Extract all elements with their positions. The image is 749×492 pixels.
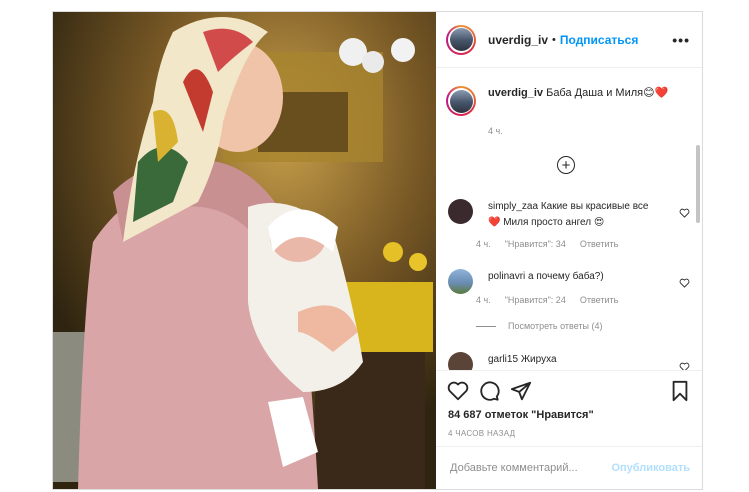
publish-button[interactable]: Опубликовать xyxy=(611,462,690,474)
caption-username[interactable]: uverdig_iv xyxy=(488,87,543,99)
heart-icon[interactable] xyxy=(447,380,469,402)
comment-bubble-icon[interactable] xyxy=(478,380,500,402)
comment-likes-count[interactable]: "Нравится": 34 xyxy=(505,239,566,249)
author-username[interactable]: uverdig_iv xyxy=(488,33,548,47)
comment-avatar[interactable] xyxy=(448,199,473,224)
caption-text: Баба Даша и Миля😊❤️ xyxy=(546,87,669,99)
comment-like-heart-icon[interactable] xyxy=(679,208,690,218)
likes-count[interactable]: 84 687 отметок "Нравится" xyxy=(448,409,594,421)
comment-text: а почему баба?) xyxy=(528,271,604,282)
caption: uverdig_iv Баба Даша и Миля😊❤️ xyxy=(446,86,686,116)
post-header: uverdig_iv • Подписаться ••• xyxy=(436,12,702,68)
comment-like-heart-icon[interactable] xyxy=(679,278,690,288)
comment-reply-button[interactable]: Ответить xyxy=(580,295,618,305)
comment-item: polinavri а почему баба?) xyxy=(448,269,690,294)
comment-avatar[interactable] xyxy=(448,269,473,294)
comment-text: Жируха xyxy=(520,354,557,365)
comment-meta: 4 ч. "Нравится": 34 Ответить xyxy=(476,239,618,249)
comment-username[interactable]: polinavri xyxy=(488,271,525,282)
author-avatar[interactable] xyxy=(446,24,476,55)
post-container: uverdig_iv • Подписаться ••• uverdig_iv … xyxy=(52,11,703,490)
comments-scrollbar[interactable] xyxy=(696,145,700,223)
add-comment-bar: Опубликовать xyxy=(436,446,702,489)
load-more-comments-icon[interactable]: + xyxy=(557,156,575,174)
comment-avatar[interactable] xyxy=(448,352,473,370)
comments-list[interactable]: uverdig_iv Баба Даша и Миля😊❤️ 4 ч. + si… xyxy=(436,69,702,370)
comment-item: simply_zaa Какие вы красивые все❤️ Миля … xyxy=(448,199,690,231)
follow-button[interactable]: Подписаться xyxy=(560,33,638,47)
separator-dot: • xyxy=(552,33,556,46)
photo-illustration xyxy=(53,12,436,489)
caption-avatar[interactable] xyxy=(446,86,476,116)
comment-time: 4 ч. xyxy=(476,239,491,249)
bookmark-icon[interactable] xyxy=(669,380,691,402)
post-sidebar: uverdig_iv • Подписаться ••• uverdig_iv … xyxy=(436,12,702,489)
comment-username[interactable]: garli15 xyxy=(488,354,518,365)
comment-username[interactable]: simply_zaa xyxy=(488,201,538,212)
comment-input[interactable] xyxy=(448,461,612,475)
comment-item: garli15 Жируха xyxy=(448,352,690,370)
post-photo[interactable] xyxy=(53,12,436,489)
comment-reply-button[interactable]: Ответить xyxy=(580,239,618,249)
comment-like-heart-icon[interactable] xyxy=(679,362,690,370)
more-options-icon[interactable]: ••• xyxy=(672,32,692,48)
view-replies-button[interactable]: Посмотреть ответы (4) xyxy=(476,321,603,331)
paper-plane-icon[interactable] xyxy=(510,380,532,402)
replies-line xyxy=(476,325,496,327)
view-replies-label[interactable]: Посмотреть ответы (4) xyxy=(508,321,603,331)
comment-meta: 4 ч. "Нравится": 24 Ответить xyxy=(476,295,618,305)
comment-likes-count[interactable]: "Нравится": 24 xyxy=(505,295,566,305)
post-actions: 84 687 отметок "Нравится" 4 ЧАСОВ НАЗАД xyxy=(436,370,702,447)
comment-time: 4 ч. xyxy=(476,295,491,305)
post-time: 4 ЧАСОВ НАЗАД xyxy=(448,429,516,438)
caption-time: 4 ч. xyxy=(488,126,503,136)
